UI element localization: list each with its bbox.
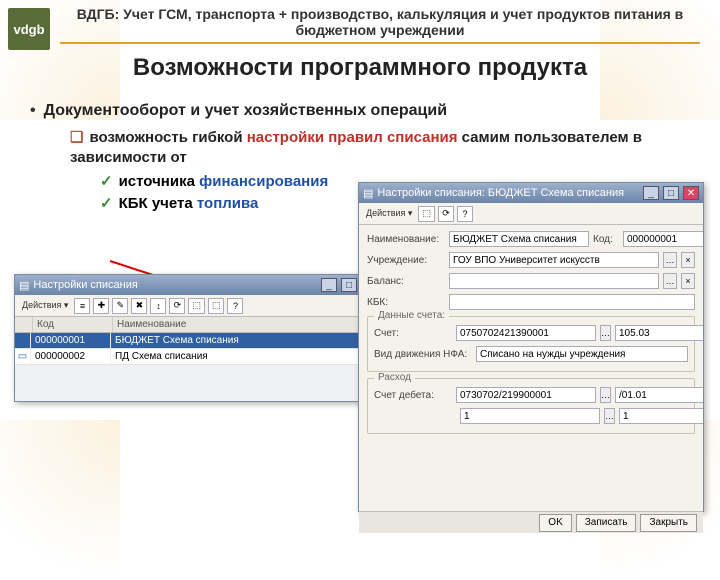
debit-sub1[interactable] — [615, 387, 703, 403]
help-icon[interactable]: ? — [227, 298, 243, 314]
check2-blue: топлива — [197, 195, 259, 212]
move-input[interactable] — [476, 346, 688, 362]
bullet-sub-red: настройки правил списания — [247, 129, 458, 146]
toolbar-icon[interactable]: ⟳ — [169, 298, 185, 314]
group-expense: Расход Счет дебета: … … … … … — [367, 378, 695, 434]
cell-code: 000000002 — [31, 349, 111, 364]
app-icon: ▤ — [19, 279, 29, 292]
exp-sub-b[interactable] — [619, 408, 703, 424]
form-body: Наименование: Код: Учреждение: … × Балан… — [359, 225, 703, 511]
kbk-label: КБК: — [367, 297, 445, 308]
exp-sub-a[interactable] — [460, 408, 600, 424]
org-label: Учреждение: — [367, 255, 445, 266]
window-list: ▤ Настройки списания _ □ ✕ Действия ▾ ≡ … — [14, 274, 382, 402]
titlebar[interactable]: ▤ Настройки списания _ □ ✕ — [15, 275, 381, 295]
acct-label: Счет: — [374, 328, 452, 339]
slide-header: ВДГБ: Учет ГСМ, транспорта + производств… — [60, 6, 700, 44]
actions-menu[interactable]: Действия ▾ — [363, 206, 415, 222]
group-legend: Данные счета: — [374, 310, 449, 321]
group-legend: Расход — [374, 372, 415, 383]
save-button[interactable]: Записать — [576, 514, 637, 532]
close-form-button[interactable]: Закрыть — [640, 514, 697, 532]
select-button[interactable]: … — [604, 408, 615, 424]
toolbar-icon[interactable]: ⬚ — [418, 206, 435, 222]
cell-name: ПД Схема списания — [111, 349, 381, 364]
move-label: Вид движения НФА: — [374, 349, 472, 360]
slide-title: Возможности программного продукта — [0, 54, 720, 82]
grid-row[interactable]: ▭ 000000001 БЮДЖЕТ Схема списания — [15, 333, 381, 349]
close-button[interactable]: ✕ — [683, 186, 699, 200]
col-name[interactable]: Наименование — [113, 317, 381, 332]
toolbar-icon[interactable]: ⟳ — [438, 206, 454, 222]
clear-button[interactable]: × — [681, 252, 695, 268]
minimize-button[interactable]: _ — [643, 186, 659, 200]
toolbar-icon[interactable]: ≡ — [74, 298, 90, 314]
org-input[interactable] — [449, 252, 659, 268]
balance-label: Баланс: — [367, 276, 445, 287]
window-title: Настройки списания: БЮДЖЕТ Схема списани… — [377, 187, 624, 199]
check-item-2: ✓ КБК учета топлива — [100, 194, 258, 212]
form-buttons: OK Записать Закрыть — [359, 511, 703, 533]
grid-header: Код Наименование — [15, 317, 381, 333]
minimize-button[interactable]: _ — [321, 278, 337, 292]
toolbar-icon[interactable]: ✎ — [112, 298, 128, 314]
toolbar-icon[interactable]: ✖ — [131, 298, 147, 314]
square-bullet-icon: ❑ — [70, 129, 83, 146]
acct-input[interactable] — [456, 325, 596, 341]
toolbar-icon[interactable]: ✚ — [93, 298, 109, 314]
actions-menu[interactable]: Действия ▾ — [19, 298, 71, 314]
code-input[interactable] — [623, 231, 703, 247]
window-form: ▤ Настройки списания: БЮДЖЕТ Схема списа… — [358, 182, 704, 512]
select-button[interactable]: … — [663, 273, 677, 289]
kbk-input[interactable] — [449, 294, 695, 310]
bullet-sub: ❑ возможность гибкой настройки правил спи… — [70, 128, 700, 169]
cell-name: БЮДЖЕТ Схема списания — [111, 333, 381, 348]
app-icon: ▤ — [363, 187, 373, 200]
toolbar: Действия ▾ ≡ ✚ ✎ ✖ ↕ ⟳ ⬚ ⬚ ? — [15, 295, 381, 317]
select-button[interactable]: … — [600, 325, 611, 341]
acct-sub1[interactable] — [615, 325, 703, 341]
toolbar-icon[interactable]: ⬚ — [208, 298, 225, 314]
toolbar: Действия ▾ ⬚ ⟳ ? — [359, 203, 703, 225]
help-icon[interactable]: ? — [457, 206, 473, 222]
row-marker-icon: ▭ — [15, 349, 31, 364]
balance-input[interactable] — [449, 273, 659, 289]
logo: vdgb — [8, 8, 50, 50]
group-account: Данные счета: Счет: … … … Вид движения Н… — [367, 316, 695, 372]
debit-input[interactable] — [456, 387, 596, 403]
debit-label: Счет дебета: — [374, 390, 452, 401]
col-code[interactable]: Код — [33, 317, 113, 332]
bullet-main: Документооборот и учет хозяйственных опе… — [30, 102, 700, 120]
toolbar-icon[interactable]: ⬚ — [188, 298, 205, 314]
titlebar[interactable]: ▤ Настройки списания: БЮДЖЕТ Схема списа… — [359, 183, 703, 203]
data-grid: Код Наименование ▭ 000000001 БЮДЖЕТ Схем… — [15, 317, 381, 365]
select-button[interactable]: … — [663, 252, 677, 268]
accent-bl — [0, 420, 120, 580]
window-title: Настройки списания — [33, 279, 137, 291]
maximize-button[interactable]: □ — [341, 278, 357, 292]
col-icon — [15, 317, 33, 332]
name-input[interactable] — [449, 231, 589, 247]
check-icon: ✓ — [100, 173, 113, 190]
check-item-1: ✓ источника финансирования — [100, 172, 328, 190]
check2-pre: КБК учета — [119, 195, 197, 212]
row-marker-icon: ▭ — [15, 333, 31, 348]
code-label: Код: — [593, 234, 619, 245]
check1-pre: источника — [119, 173, 200, 190]
grid-row[interactable]: ▭ 000000002 ПД Схема списания — [15, 349, 381, 365]
check1-blue: финансирования — [199, 173, 328, 190]
select-button[interactable]: … — [600, 387, 611, 403]
check-icon: ✓ — [100, 195, 113, 212]
toolbar-icon[interactable]: ↕ — [150, 298, 166, 314]
name-label: Наименование: — [367, 234, 445, 245]
maximize-button[interactable]: □ — [663, 186, 679, 200]
clear-button[interactable]: × — [681, 273, 695, 289]
ok-button[interactable]: OK — [539, 514, 571, 532]
bullet-sub-pre: возможность гибкой — [89, 129, 246, 146]
cell-code: 000000001 — [31, 333, 111, 348]
